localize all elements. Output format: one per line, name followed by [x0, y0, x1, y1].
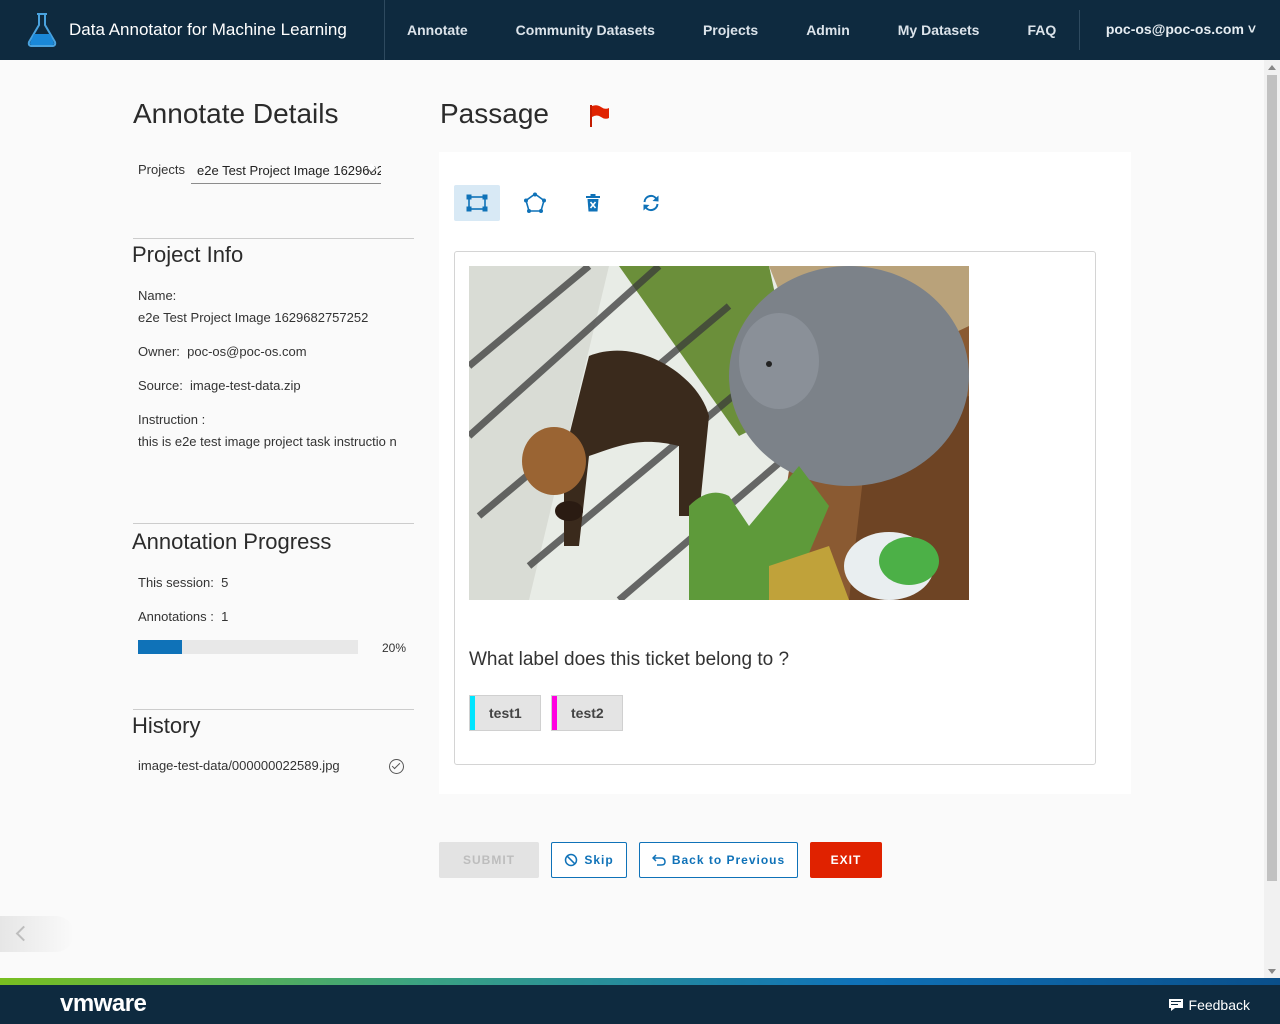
annotation-card: What label does this ticket belong to ? …: [439, 152, 1131, 794]
exit-button[interactable]: EXIT: [810, 842, 882, 878]
annotation-image[interactable]: [469, 266, 969, 600]
scroll-thumb[interactable]: [1267, 75, 1277, 881]
name-label: Name:: [138, 288, 177, 303]
label-question: What label does this ticket belong to ?: [469, 649, 790, 670]
nav-projects[interactable]: Projects: [703, 22, 758, 38]
instruction-label: Instruction :: [138, 412, 206, 427]
owner-label: Owner:: [138, 344, 180, 359]
label-text: test2: [571, 705, 604, 721]
user-menu[interactable]: poc-os@poc-os.com ˅: [1106, 21, 1256, 37]
projects-label: Projects: [138, 162, 185, 177]
source-label: Source:: [138, 378, 183, 393]
project-select-value: e2e Test Project Image 1629682757252: [197, 163, 381, 178]
collapse-sidebar-button[interactable]: [0, 916, 74, 952]
label-test2-button[interactable]: test2: [551, 695, 623, 731]
reset-tool-button[interactable]: [628, 185, 674, 221]
name-value: e2e Test Project Image 1629682757252: [138, 310, 369, 325]
cat-dog-photo: [469, 266, 969, 600]
nav-annotate[interactable]: Annotate: [407, 22, 468, 38]
passage-title: Passage: [440, 98, 549, 129]
submit-button[interactable]: SUBMIT: [439, 842, 539, 878]
polygon-tool-button[interactable]: [512, 185, 558, 221]
source-value: image-test-data.zip: [190, 378, 301, 393]
divider: [133, 523, 414, 524]
owner-value: poc-os@poc-os.com: [187, 344, 307, 359]
label-color-bar: [552, 696, 557, 730]
session-value: 5: [221, 575, 229, 590]
divider: [133, 709, 414, 710]
ban-icon: [565, 853, 578, 867]
trash-icon: [586, 194, 600, 212]
annotation-area: What label does this ticket belong to ? …: [454, 251, 1096, 765]
footer: vmware Feedback: [0, 985, 1280, 1024]
label-color-bar: [470, 696, 475, 730]
app-title: Data Annotator for Machine Learning: [69, 20, 347, 39]
project-info-title: Project Info: [132, 242, 244, 267]
page-scrollbar[interactable]: [1264, 60, 1280, 978]
history-item[interactable]: image-test-data/000000022589.jpg: [138, 758, 340, 773]
session-count: This session: 5: [138, 572, 408, 594]
project-instruction: Instruction : this is e2e test image pro…: [138, 409, 406, 453]
nav-faq[interactable]: FAQ: [1027, 22, 1056, 38]
history-title: History: [132, 713, 201, 738]
nav-my-datasets[interactable]: My Datasets: [898, 22, 980, 38]
annotation-progress-title: Annotation Progress: [132, 529, 332, 554]
annotations-value: 1: [221, 609, 229, 624]
bounding-box-icon: [466, 194, 488, 212]
back-label: Back to Previous: [671, 853, 786, 867]
brand[interactable]: Data Annotator for Machine Learning: [0, 0, 385, 60]
annotate-details-title: Annotate Details: [133, 98, 339, 129]
scroll-up-icon[interactable]: [1268, 65, 1276, 70]
annotations-label: Annotations :: [138, 609, 214, 624]
label-text: test1: [489, 705, 522, 721]
nav-community-datasets[interactable]: Community Datasets: [516, 22, 655, 38]
polygon-icon: [524, 192, 546, 213]
chevron-left-icon: [15, 925, 32, 942]
rectangle-tool-button[interactable]: [454, 185, 500, 221]
divider: [133, 238, 414, 239]
progress-bar: [138, 640, 358, 654]
vmware-logo: vmware: [60, 990, 147, 1017]
feedback-link[interactable]: Feedback: [1168, 997, 1250, 1013]
project-name: Name: e2e Test Project Image 16296827572…: [138, 285, 408, 329]
main-nav: Annotate Community Datasets Projects Adm…: [385, 0, 1081, 60]
top-header: Data Annotator for Machine Learning Anno…: [0, 0, 1280, 60]
check-circle-icon: [389, 759, 404, 774]
project-owner: Owner: poc-os@poc-os.com: [138, 341, 408, 363]
label-test1-button[interactable]: test1: [469, 695, 541, 731]
flask-logo-icon: [27, 13, 57, 47]
project-select[interactable]: e2e Test Project Image 1629682757252: [191, 160, 381, 184]
scroll-down-icon[interactable]: [1268, 969, 1276, 974]
undo-icon: [651, 854, 666, 866]
annotations-count: Annotations : 1: [138, 606, 408, 628]
progress-percent: 20%: [382, 641, 407, 655]
footer-stripe: [0, 978, 1280, 985]
flag-icon[interactable]: [588, 104, 610, 128]
nav-admin[interactable]: Admin: [806, 22, 850, 38]
skip-button[interactable]: Skip: [551, 842, 627, 878]
feedback-label: Feedback: [1188, 997, 1250, 1013]
skip-label: Skip: [584, 853, 614, 867]
instruction-value: this is e2e test image project task inst…: [138, 434, 397, 449]
project-source: Source: image-test-data.zip: [138, 375, 408, 397]
progress-bar-fill: [138, 640, 182, 654]
feedback-icon: [1168, 999, 1183, 1011]
nav-divider: [1079, 10, 1081, 50]
back-to-previous-button[interactable]: Back to Previous: [639, 842, 798, 878]
delete-tool-button[interactable]: [570, 185, 616, 221]
session-label: This session:: [138, 575, 214, 590]
refresh-icon: [643, 194, 659, 212]
